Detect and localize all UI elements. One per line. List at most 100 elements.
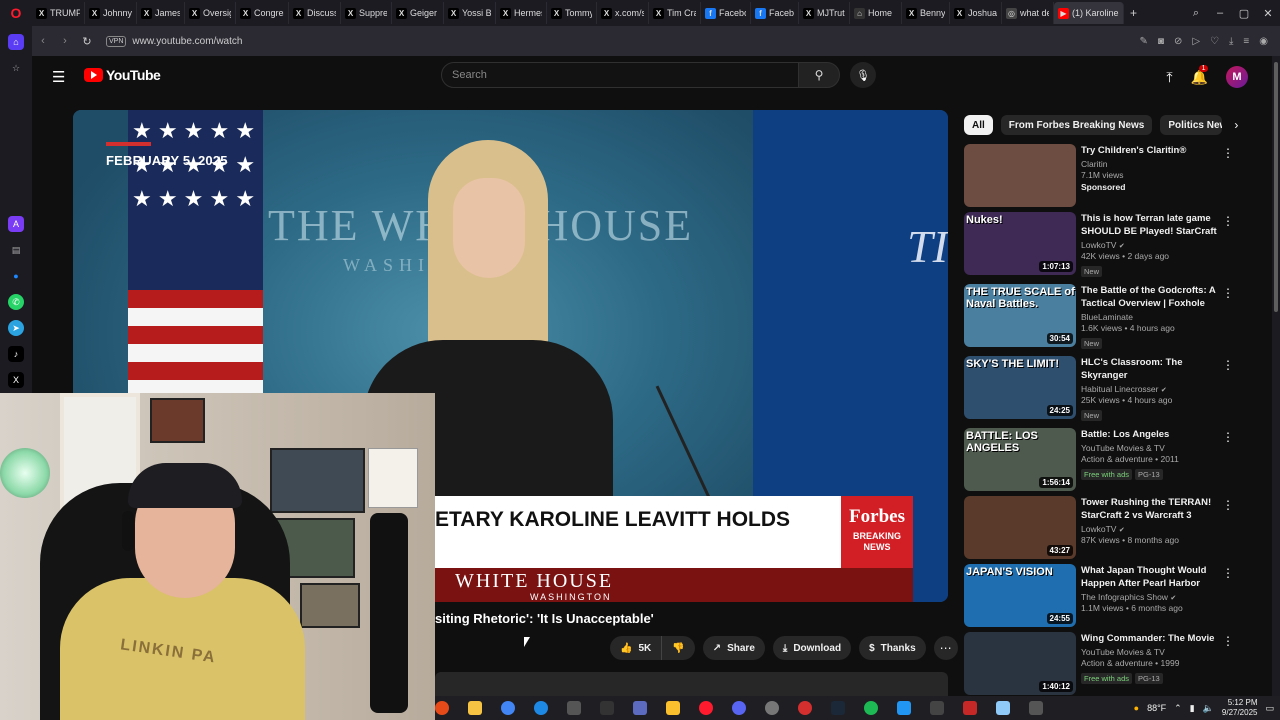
channel-name[interactable]: The Infographics Show ✔ <box>1081 592 1221 602</box>
scrollbar-thumb[interactable] <box>1274 62 1278 312</box>
chip-0[interactable]: All <box>964 115 993 135</box>
menu-icon[interactable]: ≡ <box>1243 36 1249 47</box>
upload-icon[interactable]: ⤒ <box>1166 69 1172 86</box>
more-vert-icon[interactable]: ⋮ <box>1222 214 1234 228</box>
related-video-title[interactable]: Wing Commander: The Movie <box>1081 632 1221 645</box>
video-thumbnail[interactable]: 1:40:12 <box>964 632 1076 695</box>
play-icon[interactable]: ▷ <box>1192 36 1200 47</box>
tab-x-4[interactable]: XCongres <box>236 2 289 24</box>
close-window-icon[interactable]: ✕ <box>1256 7 1280 20</box>
edit-icon[interactable]: ✎ <box>1140 36 1148 47</box>
chip-1[interactable]: From Forbes Breaking News <box>1000 115 1153 135</box>
opera-icon[interactable] <box>699 701 713 715</box>
video-thumbnail[interactable]: SKY'S THE LIMIT! 24:25 <box>964 356 1076 419</box>
tab-facebook-14[interactable]: fFaceboo <box>751 2 799 24</box>
more-actions-button[interactable]: ⋯ <box>933 636 958 660</box>
wallet-icon[interactable]: ▤ <box>8 242 24 258</box>
tab-x-7[interactable]: XGeiger C <box>392 2 444 24</box>
channel-name[interactable]: YouTube Movies & TV <box>1081 443 1221 453</box>
star-icon[interactable]: ☆ <box>8 60 24 76</box>
tab-x-15[interactable]: XMJTruth <box>799 2 850 24</box>
tab-x-6[interactable]: XSuppres <box>341 2 392 24</box>
more-vert-icon[interactable]: ⋮ <box>1222 634 1234 648</box>
related-video-title[interactable]: This is how Terran late game SHOULD BE P… <box>1081 212 1221 238</box>
new-tab-button[interactable]: + <box>1130 6 1137 20</box>
app-icon[interactable] <box>633 701 647 715</box>
thanks-button[interactable]: $ Thanks <box>859 636 926 660</box>
edge-icon[interactable] <box>534 701 548 715</box>
related-video-item[interactable]: JAPAN'S VISION 24:55 What Japan Thought Wo… <box>964 564 1234 628</box>
home-icon[interactable]: ⌂ <box>8 34 24 50</box>
window-icon[interactable] <box>897 701 911 715</box>
battery-icon[interactable]: ▮ <box>1190 703 1195 714</box>
more-vert-icon[interactable]: ⋮ <box>1222 146 1234 160</box>
forward-icon[interactable]: › <box>54 35 76 47</box>
download-button[interactable]: ⤓ Download <box>772 636 852 660</box>
related-video-title[interactable]: Tower Rushing the TERRAN! StarCraft 2 vs… <box>1081 496 1221 522</box>
chevron-right-icon[interactable]: › <box>1234 118 1238 132</box>
more-vert-icon[interactable]: ⋮ <box>1222 286 1234 300</box>
taskbar-app-icon[interactable] <box>435 701 449 715</box>
app-icon[interactable] <box>930 701 944 715</box>
back-icon[interactable]: ‹ <box>32 35 54 47</box>
obs-icon[interactable] <box>600 701 614 715</box>
channel-name[interactable]: Habitual Linecrosser ✔ <box>1081 384 1221 394</box>
browser-icon[interactable] <box>765 701 779 715</box>
messenger-icon[interactable]: ● <box>8 268 24 284</box>
channel-name[interactable]: LowkoTV ✔ <box>1081 240 1221 250</box>
related-video-title[interactable]: The Battle of the Godcrofts: A Tactical … <box>1081 284 1221 310</box>
tab-x-11[interactable]: Xx.com/st <box>597 2 649 24</box>
channel-name[interactable]: Claritin <box>1081 159 1221 169</box>
url-field[interactable]: www.youtube.com/watch <box>132 36 242 47</box>
telegram-icon[interactable]: ➤ <box>8 320 24 336</box>
related-video-title[interactable]: Battle: Los Angeles <box>1081 428 1221 441</box>
tiktok-icon[interactable]: ♪ <box>8 346 24 362</box>
controller-icon[interactable] <box>567 701 581 715</box>
vpn-badge[interactable]: VPN <box>106 35 127 47</box>
related-video-title[interactable]: Try Children's Claritin® <box>1081 144 1221 157</box>
search-button[interactable]: ⚲ <box>798 62 840 88</box>
related-video-item[interactable]: Nukes! 1:07:13 This is how Terran late gam… <box>964 212 1234 277</box>
tab-x-1[interactable]: XJohnny S <box>85 2 137 24</box>
camera-icon[interactable]: ◙ <box>1158 36 1164 47</box>
search-input[interactable]: Search <box>441 62 799 88</box>
chrome-icon[interactable] <box>501 701 515 715</box>
tab-x-3[interactable]: XOversigh <box>185 2 236 24</box>
more-vert-icon[interactable]: ⋮ <box>1222 358 1234 372</box>
video-thumbnail[interactable]: Nukes! 1:07:13 <box>964 212 1076 275</box>
related-video-title[interactable]: HLC's Classroom: The Skyranger <box>1081 356 1221 382</box>
channel-name[interactable]: LowkoTV ✔ <box>1081 524 1221 534</box>
video-thumbnail[interactable]: JAPAN'S VISION 24:55 <box>964 564 1076 627</box>
file-explorer-icon[interactable] <box>468 701 482 715</box>
x-icon[interactable]: X <box>8 372 24 388</box>
tab-x-9[interactable]: XHermes <box>496 2 547 24</box>
tab-x-18[interactable]: X Joshua <box>950 2 1002 24</box>
related-video-item[interactable]: THE TRUE SCALE of Naval Battles. 30:54 The… <box>964 284 1234 349</box>
chevron-up-icon[interactable]: ⌃ <box>1174 703 1182 714</box>
video-thumbnail[interactable]: BATTLE: LOS ANGELES 1:56:14 <box>964 428 1076 491</box>
related-video-item[interactable]: BATTLE: LOS ANGELES 1:56:14 Battle: Los An… <box>964 428 1234 492</box>
tab-x-17[interactable]: XBenny Jo <box>902 2 950 24</box>
heart-icon[interactable]: ♡ <box>1210 36 1219 47</box>
tab-x-12[interactable]: XTim Cran <box>649 2 701 24</box>
clock[interactable]: 5:12 PM 9/27/2025 <box>1222 698 1258 718</box>
chip-2[interactable]: Politics New <box>1160 115 1223 135</box>
tab-chatgpt-19[interactable]: ◎ what de <box>1002 2 1054 24</box>
weather-icon[interactable]: ● <box>1134 703 1139 713</box>
steam-icon[interactable] <box>831 701 845 715</box>
misc-icon[interactable] <box>1029 701 1043 715</box>
share-button[interactable]: ↗ Share <box>702 636 765 660</box>
search-tabs-icon[interactable]: ⌕ <box>1184 7 1208 20</box>
like-button[interactable]: 👍 5K <box>610 636 663 660</box>
tab-home-16[interactable]: ⌂ Home <box>850 2 902 24</box>
tab-x-2[interactable]: XJames W <box>137 2 185 24</box>
opera-gx-icon[interactable] <box>798 701 812 715</box>
related-video-item[interactable]: 1:40:12 Wing Commander: The Movie YouTube … <box>964 632 1234 696</box>
notification-center-icon[interactable]: ▭ <box>1265 703 1274 714</box>
related-video-item[interactable]: 43:27 Tower Rushing the TERRAN! StarCraft… <box>964 496 1234 560</box>
tab-x-8[interactable]: XYossi Be <box>444 2 496 24</box>
video-thumbnail[interactable] <box>964 144 1076 207</box>
volume-icon[interactable]: 🔈 <box>1203 703 1214 714</box>
ai-icon[interactable]: A <box>8 216 24 232</box>
dislike-button[interactable]: 👎 <box>662 636 694 660</box>
